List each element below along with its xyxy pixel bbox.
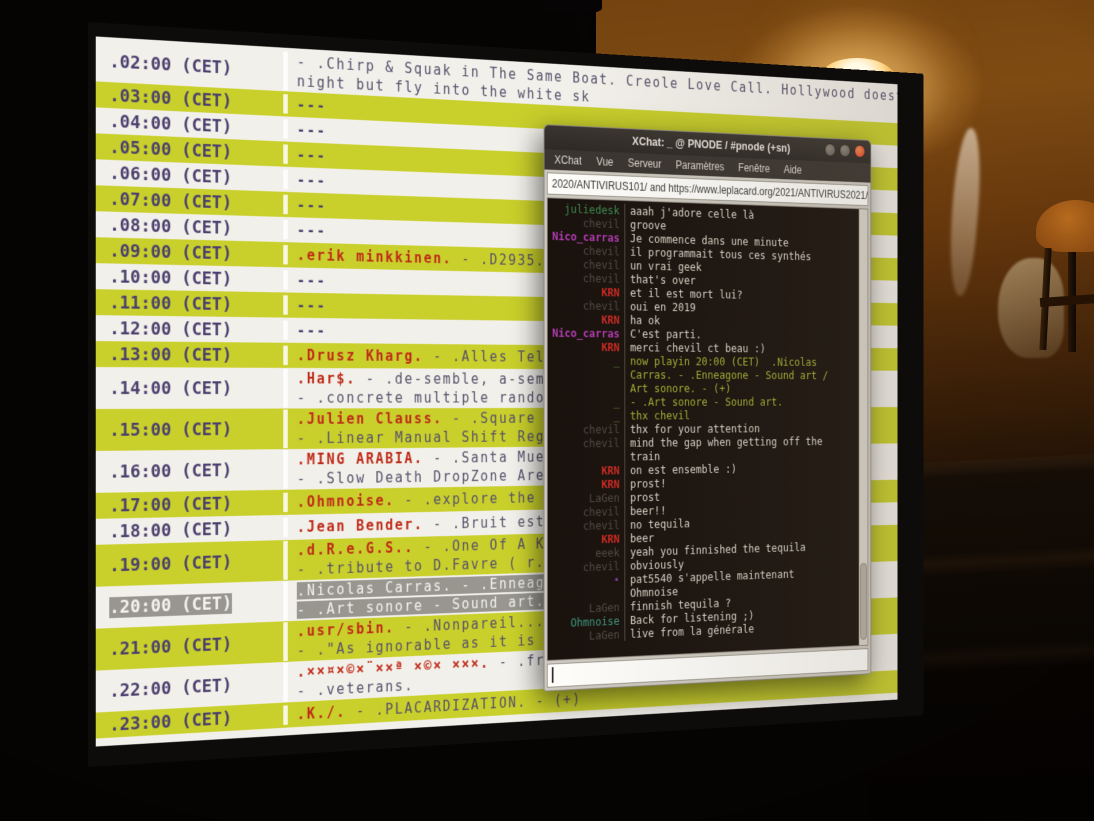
time-cell: .09:00 (CET)	[96, 240, 284, 265]
chat-nick: _	[548, 353, 626, 395]
chat-nick: KRN	[548, 340, 626, 354]
menu-paramètres[interactable]: Paramètres	[676, 159, 725, 174]
time-cell: .17:00 (CET)	[96, 492, 284, 516]
chat-nick: _	[548, 409, 626, 423]
chat-nick: KRN	[548, 284, 626, 299]
scrollbar-thumb[interactable]	[860, 563, 867, 640]
menu-vue[interactable]: Vue	[596, 155, 613, 169]
chat-nick: •	[548, 573, 626, 603]
menu-xchat[interactable]: XChat	[554, 153, 581, 167]
chat-nick: Nico_carras	[548, 326, 626, 341]
menu-fenêtre[interactable]: Fenêtre	[738, 161, 770, 175]
time-cell: .21:00 (CET)	[96, 632, 284, 661]
menu-serveur[interactable]: Serveur	[628, 156, 662, 170]
projection-screen: .02:00 (CET)- .Chirp & Squak in The Same…	[88, 22, 924, 767]
chat-message: _now playin 20:00 (CET) .Nicolas Carras.…	[548, 353, 859, 395]
time-cell: .02:00 (CET)	[96, 50, 284, 81]
chat-nick: chevil	[548, 270, 626, 285]
chat-scrollbar[interactable]	[859, 209, 868, 645]
close-button[interactable]	[854, 144, 865, 158]
chat-area: juliedeskaaah j'adore celle làchevilgroo…	[547, 197, 868, 661]
chat-nick: KRN	[548, 312, 626, 327]
time-cell: .11:00 (CET)	[96, 292, 284, 316]
time-cell: .18:00 (CET)	[96, 517, 284, 542]
chat-text: thx chevil	[625, 408, 843, 422]
time-cell: .10:00 (CET)	[96, 266, 284, 290]
time-cell: .16:00 (CET)	[96, 459, 284, 482]
chair	[1036, 200, 1094, 355]
ceiling-mount	[544, 0, 620, 52]
chat-nick: LaGen	[548, 627, 626, 644]
time-cell: .12:00 (CET)	[96, 318, 284, 341]
minimize-button[interactable]	[825, 143, 836, 157]
time-cell: .08:00 (CET)	[96, 214, 284, 240]
time-cell: .13:00 (CET)	[96, 344, 284, 366]
chat-nick: _	[548, 395, 626, 409]
screen-content: .02:00 (CET)- .Chirp & Squak in The Same…	[96, 36, 898, 746]
chair-seat	[1036, 200, 1094, 252]
window-buttons	[825, 143, 866, 158]
chat-message: _- .Art sonore - Sound art.	[548, 395, 859, 409]
time-cell: .06:00 (CET)	[96, 162, 284, 190]
time-cell: .22:00 (CET)	[96, 672, 284, 702]
time-cell: .15:00 (CET)	[96, 419, 284, 441]
chat-nick: KRN	[548, 463, 626, 478]
xchat-window: XChat: _ @ PNODE / #pnode (+sn) XChatVue…	[544, 124, 872, 692]
chat-messages: juliedeskaaah j'adore celle làchevilgroo…	[548, 198, 859, 660]
chat-text: now playin 20:00 (CET) .Nicolas Carras. …	[625, 354, 843, 395]
maximize-button[interactable]	[839, 144, 850, 158]
menu-aide[interactable]: Aide	[784, 163, 802, 176]
chat-nick: chevil	[548, 298, 626, 313]
photo-scene: .02:00 (CET)- .Chirp & Squak in The Same…	[0, 0, 1094, 821]
time-cell: .19:00 (CET)	[96, 550, 284, 576]
chat-nick: chevil	[548, 436, 626, 464]
chat-nick: KRN	[548, 477, 626, 492]
chat-nick: chevil	[548, 422, 626, 436]
time-cell: .07:00 (CET)	[96, 188, 284, 215]
time-cell: .14:00 (CET)	[96, 378, 284, 399]
chat-text: mind the gap when getting off the train	[625, 434, 843, 463]
text-caret	[552, 667, 554, 683]
time-cell: .20:00 (CET)	[96, 591, 284, 618]
chat-message: chevilmind the gap when getting off the …	[548, 434, 859, 464]
chat-text: - .Art sonore - Sound art.	[625, 395, 843, 409]
